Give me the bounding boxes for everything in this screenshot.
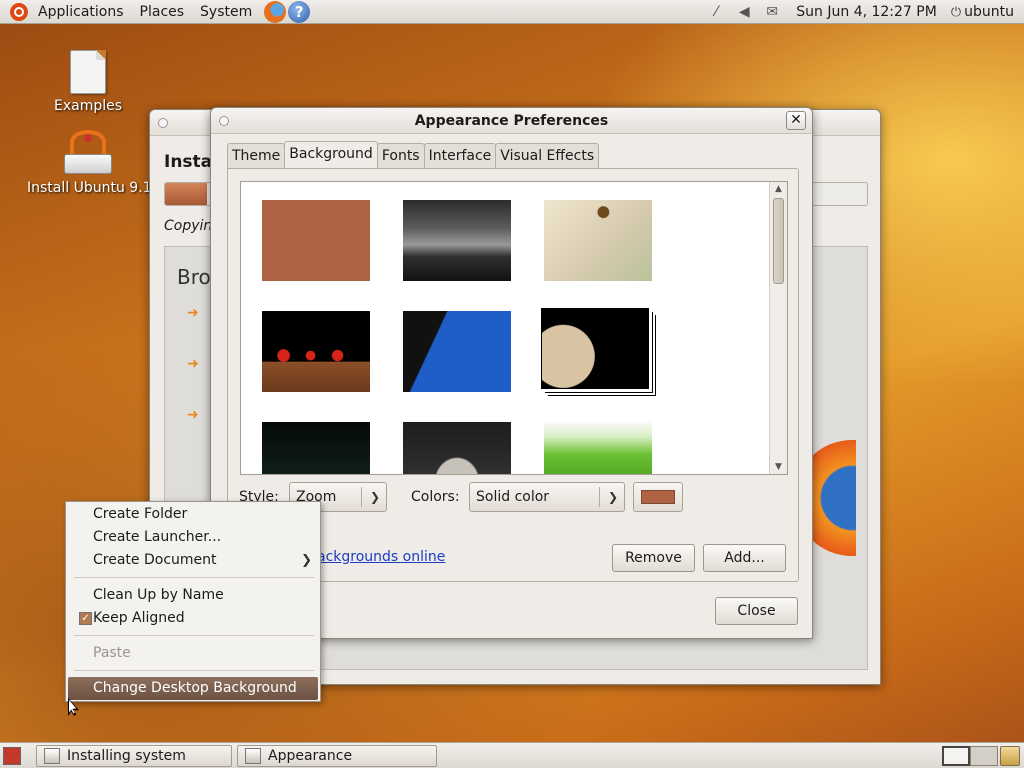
wallpaper-list[interactable]: ▲ ▼ [240, 181, 788, 475]
colors-label: Colors: [411, 489, 460, 505]
top-panel: Applications Places System ? ⁄ ◀ ✉ Sun J… [0, 0, 1024, 24]
wallpaper-thumbnail[interactable] [544, 422, 652, 474]
get-backgrounds-online-link[interactable]: ackgrounds online [317, 549, 445, 565]
chevron-down-icon: ❯ [369, 490, 380, 504]
menu-item-clean-up-by-name[interactable]: Clean Up by Name [68, 584, 318, 607]
system-tray: ⁄ ◀ ✉ Sun Jun 4, 12:27 PM ⏻ ubuntu [702, 0, 1024, 24]
wallpaper-scrollbar[interactable]: ▲ ▼ [769, 182, 787, 474]
folder-document-icon [70, 50, 106, 94]
tab-bar: Theme Background Fonts Interface Visual … [227, 141, 600, 168]
wallpaper-thumbnail[interactable] [262, 422, 370, 474]
menu-item-keep-aligned[interactable]: ✓ Keep Aligned [68, 607, 318, 630]
show-desktop-icon[interactable] [3, 747, 21, 765]
menu-item-label: Keep Aligned [93, 610, 185, 626]
colors-combo-value: Solid color [476, 489, 550, 505]
menu-item-create-document[interactable]: Create Document ❯ [68, 549, 318, 572]
user-name: ubuntu [964, 4, 1014, 20]
bullet-arrow-icon: ➜ [187, 305, 199, 321]
wallpaper-thumbnail[interactable] [262, 200, 370, 281]
wallpaper-thumbnail[interactable] [262, 311, 370, 392]
window-title: Appearance Preferences [414, 113, 609, 129]
wallpaper-thumbnail-selected[interactable] [541, 308, 649, 389]
preferences-task-icon [245, 748, 261, 764]
bullet-arrow-icon: ➜ [187, 356, 199, 372]
window-menu-icon[interactable] [158, 118, 168, 128]
mail-icon[interactable]: ✉ [761, 1, 783, 23]
workspace-1[interactable] [942, 746, 970, 766]
checkbox-checked-icon: ✓ [79, 612, 92, 625]
menu-system[interactable]: System [192, 0, 260, 24]
menu-separator [74, 635, 314, 636]
submenu-arrow-icon: ❯ [301, 553, 312, 568]
color-picker-button[interactable] [633, 482, 683, 512]
tab-background[interactable]: Background [284, 141, 378, 168]
installer-icon [64, 130, 112, 178]
bullet-arrow-icon: ➜ [187, 407, 199, 423]
add-button[interactable]: Add... [703, 544, 786, 572]
color-swatch [641, 490, 675, 504]
taskbar-item-installing-system[interactable]: Installing system [36, 745, 232, 767]
power-icon: ⏻ [950, 5, 962, 20]
wallpaper-thumbnail[interactable] [544, 200, 652, 281]
menu-separator [74, 577, 314, 578]
window-menu-icon[interactable] [219, 116, 229, 126]
menu-separator [74, 670, 314, 671]
appearance-titlebar[interactable]: Appearance Preferences ✕ [211, 108, 812, 134]
scroll-up-icon[interactable]: ▲ [770, 182, 787, 196]
close-icon[interactable]: ✕ [786, 111, 806, 130]
top-menu-bar: Applications Places System ? [0, 0, 311, 24]
firefox-icon[interactable] [264, 0, 287, 23]
network-icon[interactable]: ⁄ [705, 1, 727, 23]
installer-task-icon [44, 748, 60, 764]
bottom-panel: Installing system Appearance Preferences [0, 742, 1024, 768]
slide-heading: Bro [177, 265, 211, 289]
colors-combo[interactable]: Solid color ❯ [469, 482, 625, 512]
tab-visual-effects[interactable]: Visual Effects [495, 143, 600, 168]
menu-item-paste: Paste [93, 645, 131, 661]
desktop-icon-label: Install Ubuntu 9.10 [27, 180, 161, 196]
taskbar-item-appearance-preferences[interactable]: Appearance Preferences [237, 745, 437, 767]
installer-title: Insta [164, 152, 213, 172]
tab-theme[interactable]: Theme [227, 143, 286, 168]
menu-applications[interactable]: Applications [30, 0, 132, 24]
menu-item-create-launcher[interactable]: Create Launcher... [68, 526, 318, 549]
ubuntu-logo-icon[interactable] [10, 2, 28, 21]
taskbar-item-label: Appearance Preferences [268, 748, 353, 764]
scroll-down-icon[interactable]: ▼ [770, 460, 787, 474]
menu-item-label: Create Document [93, 552, 217, 568]
menu-item-create-folder[interactable]: Create Folder [68, 503, 318, 526]
remove-button[interactable]: Remove [612, 544, 695, 572]
close-button[interactable]: Close [715, 597, 798, 625]
desktop-icon-label: Examples [53, 98, 123, 114]
desktop-context-menu: Create Folder Create Launcher... Create … [65, 501, 321, 702]
install-progress-fill [165, 183, 208, 205]
wallpaper-thumbnail[interactable] [403, 422, 511, 474]
taskbar-item-label: Installing system [67, 748, 186, 764]
clock[interactable]: Sun Jun 4, 12:27 PM [786, 4, 947, 20]
menu-places[interactable]: Places [132, 0, 193, 24]
workspace-2[interactable] [970, 746, 998, 766]
tab-fonts[interactable]: Fonts [376, 143, 425, 168]
menu-item-change-desktop-background[interactable]: Change Desktop Background [68, 677, 318, 700]
desktop-icon-examples[interactable]: Examples [52, 50, 124, 114]
trash-icon[interactable] [1000, 746, 1020, 766]
user-menu[interactable]: ⏻ ubuntu [947, 4, 1024, 20]
wallpaper-thumbnail[interactable] [403, 311, 511, 392]
volume-icon[interactable]: ◀ [733, 1, 755, 23]
scrollbar-thumb[interactable] [773, 198, 784, 284]
desktop-icon-install-ubuntu[interactable]: Install Ubuntu 9.10 [24, 130, 161, 196]
help-icon[interactable]: ? [288, 0, 311, 23]
wallpaper-thumbnail[interactable] [403, 200, 511, 281]
tab-interface[interactable]: Interface [423, 143, 497, 168]
chevron-down-icon: ❯ [607, 490, 618, 504]
